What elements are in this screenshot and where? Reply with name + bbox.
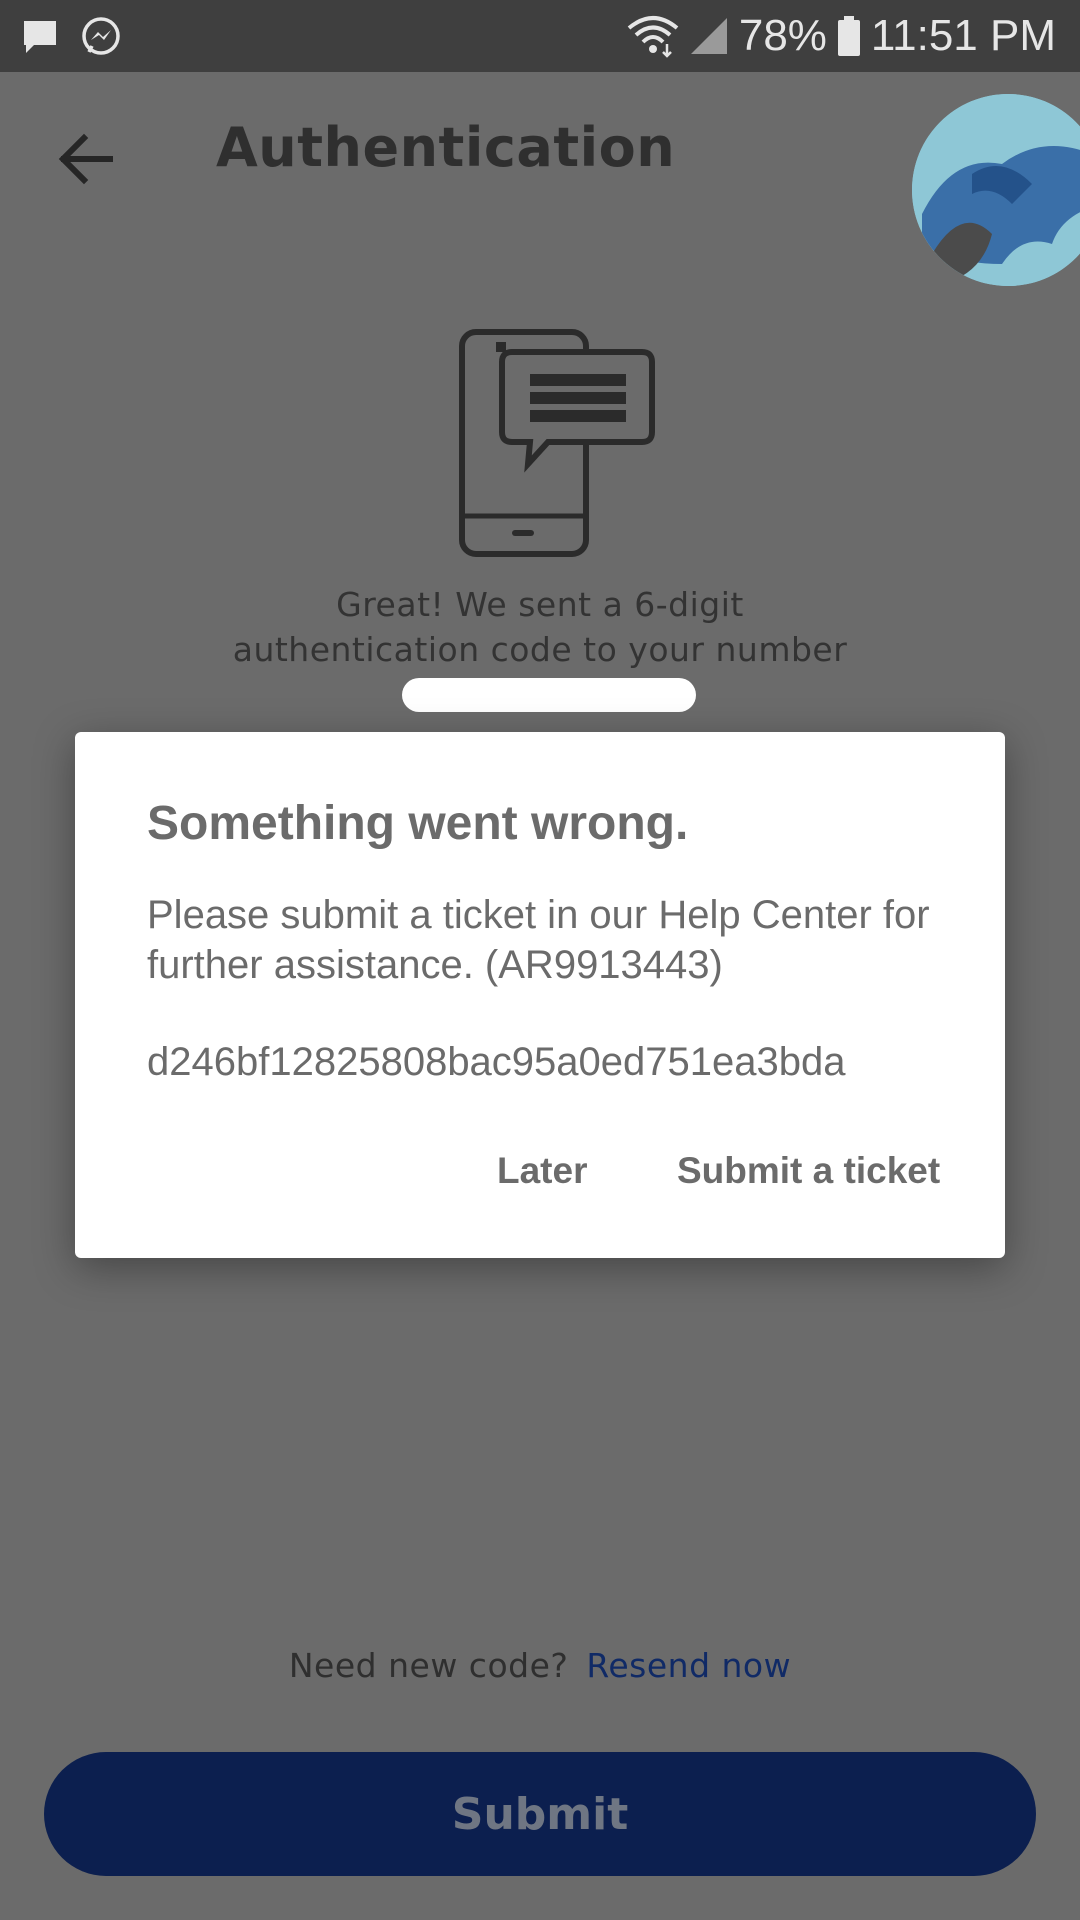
status-system: 78% 11:51 PM <box>627 10 1056 62</box>
code-sent-line-2: authentication code to your number <box>232 630 848 669</box>
submit-ticket-button[interactable]: Submit a ticket <box>677 1150 940 1192</box>
battery-percent: 78% <box>738 11 827 60</box>
status-bar: 78% 11:51 PM <box>0 0 1080 72</box>
chat-bubble-icon <box>24 21 56 53</box>
submit-button[interactable]: Submit <box>44 1752 1036 1876</box>
messenger-icon <box>82 17 120 55</box>
resend-now-link[interactable]: Resend now <box>586 1646 791 1685</box>
avatar[interactable] <box>912 94 1080 286</box>
arrow-left-icon <box>58 133 113 185</box>
status-notifications <box>20 16 122 58</box>
dialog-title: Something went wrong. <box>147 797 689 850</box>
later-button[interactable]: Later <box>497 1150 587 1192</box>
phone-message-icon <box>459 329 655 557</box>
error-code: d246bf12825808bac95a0ed751ea3bda <box>147 1040 846 1084</box>
resend-row: Need new code? Resend now <box>0 1646 1080 1685</box>
code-sent-line-1: Great! We sent a 6-digit <box>336 585 744 624</box>
redacted-phone-number <box>402 678 696 712</box>
need-new-code-label: Need new code? <box>288 1646 569 1685</box>
code-sent-message: Great! We sent a 6-digit authentication … <box>0 582 1080 672</box>
wifi-icon <box>627 16 679 58</box>
signal-icon <box>690 18 727 54</box>
error-dialog: Something went wrong. Please submit a ti… <box>75 732 1005 1258</box>
avatar-image <box>912 94 1080 286</box>
dialog-message: Please submit a ticket in our Help Cente… <box>147 893 930 987</box>
battery-icon <box>837 16 860 56</box>
clock: 11:51 PM <box>870 11 1056 60</box>
page-title: Authentication <box>216 116 676 179</box>
back-button[interactable] <box>52 124 122 194</box>
